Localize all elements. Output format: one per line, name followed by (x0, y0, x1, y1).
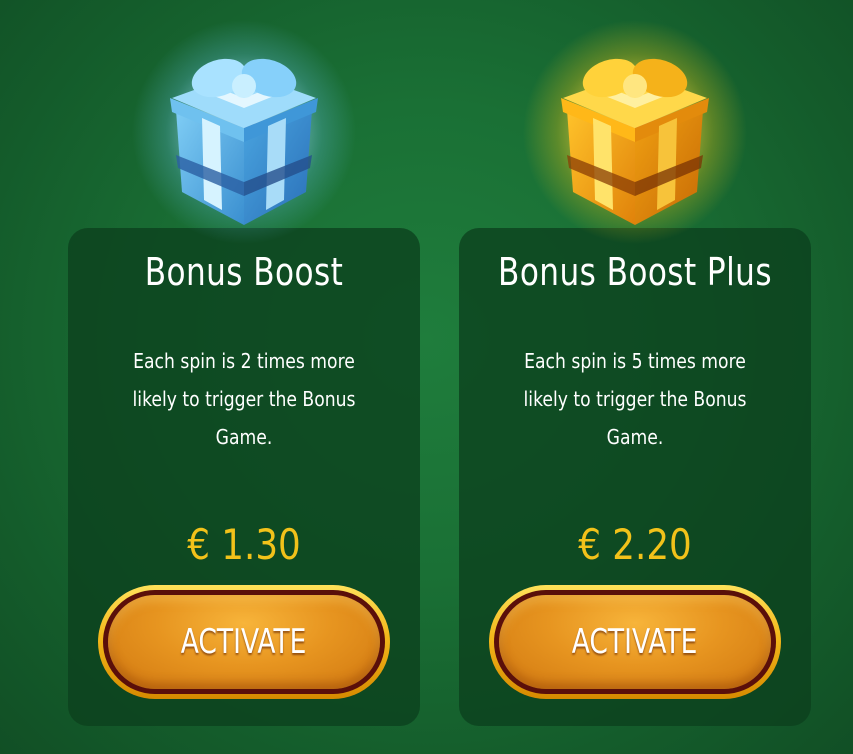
offer-card-bonus-boost: Bonus Boost Each spin is 2 times more li… (68, 228, 420, 726)
offer-card-bonus-boost-plus: Bonus Boost Plus Each spin is 5 times mo… (459, 228, 811, 726)
activate-button-label: ACTIVATE (181, 622, 307, 662)
offer-price: € 2.20 (578, 520, 692, 569)
activate-button-label: ACTIVATE (572, 622, 698, 662)
blue-gift-box-icon (124, 20, 364, 250)
offer-title: Bonus Boost Plus (498, 250, 772, 294)
offer-price: € 1.30 (187, 520, 301, 569)
offer-description: Each spin is 5 times more likely to trig… (523, 349, 747, 449)
activate-button[interactable]: ACTIVATE (489, 585, 781, 699)
gold-gift-box-icon (515, 20, 755, 250)
activate-button[interactable]: ACTIVATE (98, 585, 390, 699)
offer-title: Bonus Boost (144, 250, 344, 294)
offer-description: Each spin is 2 times more likely to trig… (132, 349, 356, 449)
